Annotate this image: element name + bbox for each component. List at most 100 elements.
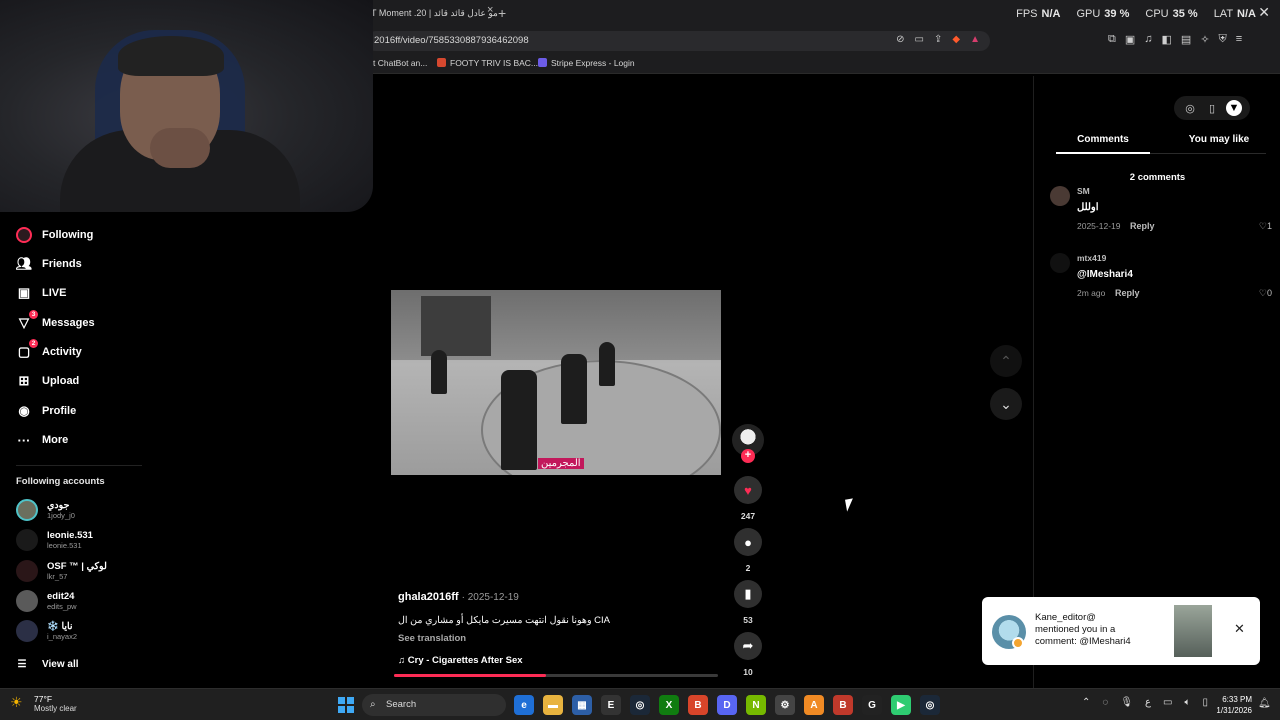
sidebar-item-more[interactable]: ··· More bbox=[16, 429, 69, 451]
profile-avatar-icon[interactable]: ▼ bbox=[1226, 100, 1242, 116]
chevron-up-icon: ⌃ bbox=[1000, 352, 1012, 369]
sidebar-item-friends[interactable]: 👥︎ Friends bbox=[16, 253, 82, 275]
avatar[interactable] bbox=[1050, 253, 1070, 273]
compass-icon[interactable]: ◎ bbox=[1182, 100, 1198, 116]
rewards-icon[interactable]: ▲ bbox=[970, 34, 980, 45]
following-account[interactable]: جودي 1jody_j0 bbox=[16, 496, 75, 524]
store-icon[interactable]: ▦ bbox=[572, 695, 592, 715]
screenshot-icon[interactable]: ▣ bbox=[1125, 33, 1135, 46]
comment-button[interactable]: ● bbox=[734, 528, 762, 556]
screen: (1) MT Moment .20 | أنا مو عادل قائد قائ… bbox=[0, 0, 1280, 720]
nvidia-icon[interactable]: N bbox=[746, 695, 766, 715]
microphone-icon[interactable]: 🎙︎ bbox=[1120, 697, 1133, 708]
wallet-icon[interactable]: ▤ bbox=[1181, 33, 1191, 46]
sidebar-item-following[interactable]: Following bbox=[16, 224, 93, 246]
bookmark-item[interactable]: FOOTY TRIV IS BAC... bbox=[437, 58, 538, 68]
play-icon[interactable]: ▶ bbox=[891, 695, 911, 715]
network-icon[interactable]: ▭ bbox=[1163, 697, 1172, 708]
bookmark-item[interactable]: t ChatBot an... bbox=[373, 58, 427, 68]
file-explorer-icon[interactable]: ▬ bbox=[543, 695, 563, 715]
media-icon[interactable]: ♫ bbox=[1144, 33, 1152, 46]
app-icon[interactable]: A bbox=[804, 695, 824, 715]
comment-like-button[interactable]: ♡1 bbox=[1259, 221, 1272, 232]
sidebar-item-upload[interactable]: ⊞ Upload bbox=[16, 370, 80, 392]
video-player[interactable]: المجرمين bbox=[391, 290, 721, 475]
app-icon[interactable]: G bbox=[862, 695, 882, 715]
phone-icon[interactable]: ▯ bbox=[1204, 100, 1220, 116]
following-account[interactable]: ❄️ نايا i_nayax2 bbox=[16, 617, 77, 645]
tab-you-may-like[interactable]: You may like bbox=[1172, 134, 1266, 145]
following-account[interactable]: leonie.531 leonie.531 bbox=[16, 526, 93, 554]
steam-icon[interactable]: ◎ bbox=[630, 695, 650, 715]
edge-icon[interactable]: e bbox=[514, 695, 534, 715]
steam-icon[interactable]: ◎ bbox=[920, 695, 940, 715]
see-translation-link[interactable]: See translation bbox=[398, 633, 466, 644]
comment-username[interactable]: SM bbox=[1077, 186, 1090, 196]
share-icon[interactable]: ⇪ bbox=[934, 34, 942, 45]
sidebar-item-label: Upload bbox=[42, 375, 80, 387]
menu-icon[interactable]: ≡ bbox=[1236, 33, 1242, 46]
cast-icon[interactable]: ▭ bbox=[915, 34, 924, 45]
url-field[interactable]: 2016ff/video/7585330887936462098 ⊘ ▭ ⇪ ◆… bbox=[366, 31, 990, 51]
taskbar-clock[interactable]: 6:33 PM 1/31/2026 bbox=[1206, 694, 1252, 716]
music-link[interactable]: ♫ Cry - Cigarettes After Sex bbox=[398, 655, 523, 666]
leo-icon[interactable]: ✧ bbox=[1200, 33, 1209, 46]
comment-like-button[interactable]: ♡0 bbox=[1259, 288, 1272, 299]
follow-plus-icon[interactable]: + bbox=[741, 449, 755, 463]
following-account[interactable]: OSF ™ | لوكي lkr_57 bbox=[16, 557, 107, 585]
tab-comments[interactable]: Comments bbox=[1056, 134, 1150, 154]
url-text: 2016ff/video/7585330887936462098 bbox=[374, 35, 529, 46]
video-author[interactable]: ghala2016ff · 2025-12-19 bbox=[398, 591, 519, 603]
app-icon[interactable]: B bbox=[833, 695, 853, 715]
view-all-link[interactable]: ☰ View all bbox=[16, 656, 79, 672]
tracking-off-icon[interactable]: ⊘ bbox=[896, 34, 904, 45]
search-label: Search bbox=[386, 699, 417, 710]
sidebar-item-messages[interactable]: ▽ 3 Messages bbox=[16, 310, 95, 334]
tab-close-icon[interactable]: × bbox=[487, 4, 493, 16]
brave-shields-icon[interactable]: ◆ bbox=[952, 34, 960, 45]
previous-video-button[interactable]: ⌃ bbox=[990, 345, 1022, 377]
extensions-icon[interactable]: ⧉ bbox=[1108, 33, 1116, 46]
sidebar-item-activity[interactable]: ▢ 2 Activity bbox=[16, 339, 82, 363]
epic-games-icon[interactable]: E bbox=[601, 695, 621, 715]
vpn-icon[interactable]: ⛨ bbox=[1219, 33, 1227, 46]
mention-notification[interactable]: Kane_editor@ mentioned you in a comment:… bbox=[982, 597, 1260, 665]
new-tab-icon[interactable]: + bbox=[498, 4, 506, 22]
reply-button[interactable]: Reply bbox=[1130, 221, 1155, 231]
window-close-icon[interactable]: ✕ bbox=[1258, 4, 1270, 21]
comment-username[interactable]: mtx419 bbox=[1077, 253, 1106, 263]
comment-time: 2025-12-19 bbox=[1077, 221, 1121, 231]
chevron-up-icon[interactable]: ⌃ bbox=[1082, 697, 1090, 708]
like-button[interactable]: ♥ bbox=[734, 476, 762, 504]
notification-text: Kane_editor@ mentioned you in a comment:… bbox=[1035, 612, 1155, 648]
start-button[interactable] bbox=[338, 697, 354, 713]
share-button[interactable]: ➦ bbox=[734, 632, 762, 660]
sidebar-item-profile[interactable]: ◉ Profile bbox=[16, 400, 76, 422]
reply-button[interactable]: Reply bbox=[1115, 288, 1140, 298]
bookmark-button[interactable]: ▮ bbox=[734, 580, 762, 608]
view-all-label: View all bbox=[42, 658, 79, 670]
bookmark-item[interactable]: Stripe Express - Login bbox=[538, 58, 635, 68]
close-icon[interactable]: ✕ bbox=[1234, 621, 1245, 637]
lat-label: LAT bbox=[1213, 8, 1234, 20]
gpu-label: GPU bbox=[1076, 8, 1101, 20]
language-icon[interactable]: ع bbox=[1145, 697, 1151, 708]
weather-widget[interactable]: ☀ 77°F Mostly clear bbox=[10, 694, 77, 714]
xbox-icon[interactable]: X bbox=[659, 695, 679, 715]
url-actions: ⊘ ▭ ⇪ ◆ ▲ bbox=[896, 34, 980, 45]
sidebar-item-live[interactable]: ▣ LIVE bbox=[16, 282, 67, 304]
brave-icon[interactable]: B bbox=[688, 695, 708, 715]
next-video-button[interactable]: ⌄ bbox=[990, 388, 1022, 420]
video-progress-bar[interactable] bbox=[394, 674, 718, 677]
following-account[interactable]: edit24 edits_pw bbox=[16, 587, 77, 615]
volume-icon[interactable]: 🔈︎ bbox=[1184, 697, 1190, 708]
tray-app-icon[interactable]: ◌ bbox=[1102, 697, 1108, 708]
sidebar-toggle-icon[interactable]: ◧ bbox=[1162, 33, 1172, 46]
account-handle: i_nayax2 bbox=[47, 632, 78, 641]
avatar[interactable] bbox=[1050, 186, 1070, 206]
notifications-icon[interactable]: 🔔︎ bbox=[1258, 698, 1271, 709]
settings-icon[interactable]: ⚙ bbox=[775, 695, 795, 715]
discord-icon[interactable]: D bbox=[717, 695, 737, 715]
taskbar-search[interactable]: ⌕ Search bbox=[362, 694, 506, 716]
comment-like-count: 0 bbox=[1266, 288, 1272, 298]
